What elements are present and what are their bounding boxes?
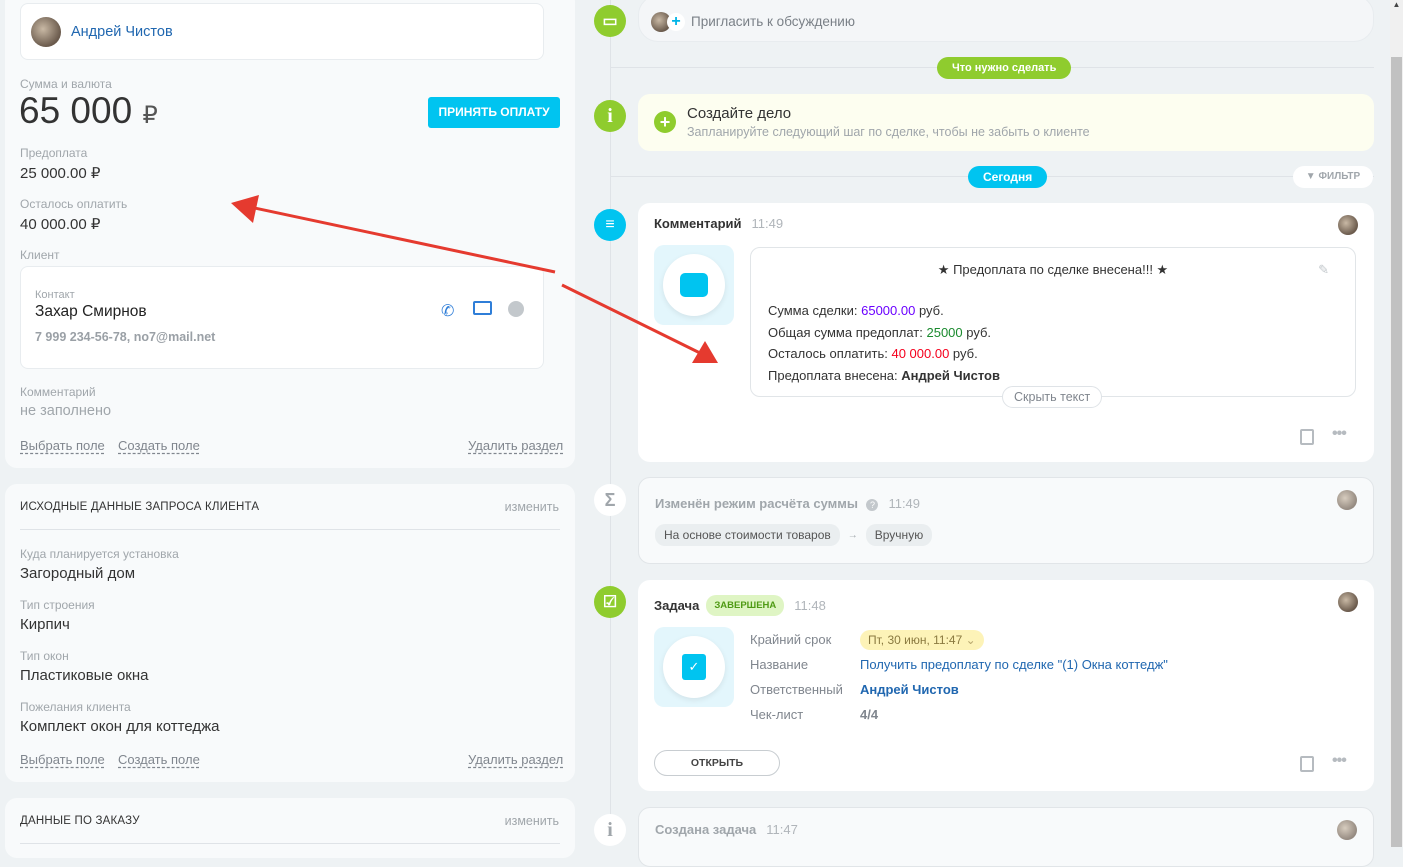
arrow-left-head [231, 195, 259, 223]
arrow-right [561, 283, 703, 356]
arrow-left [249, 205, 556, 274]
annotation-arrows [231, 195, 718, 363]
